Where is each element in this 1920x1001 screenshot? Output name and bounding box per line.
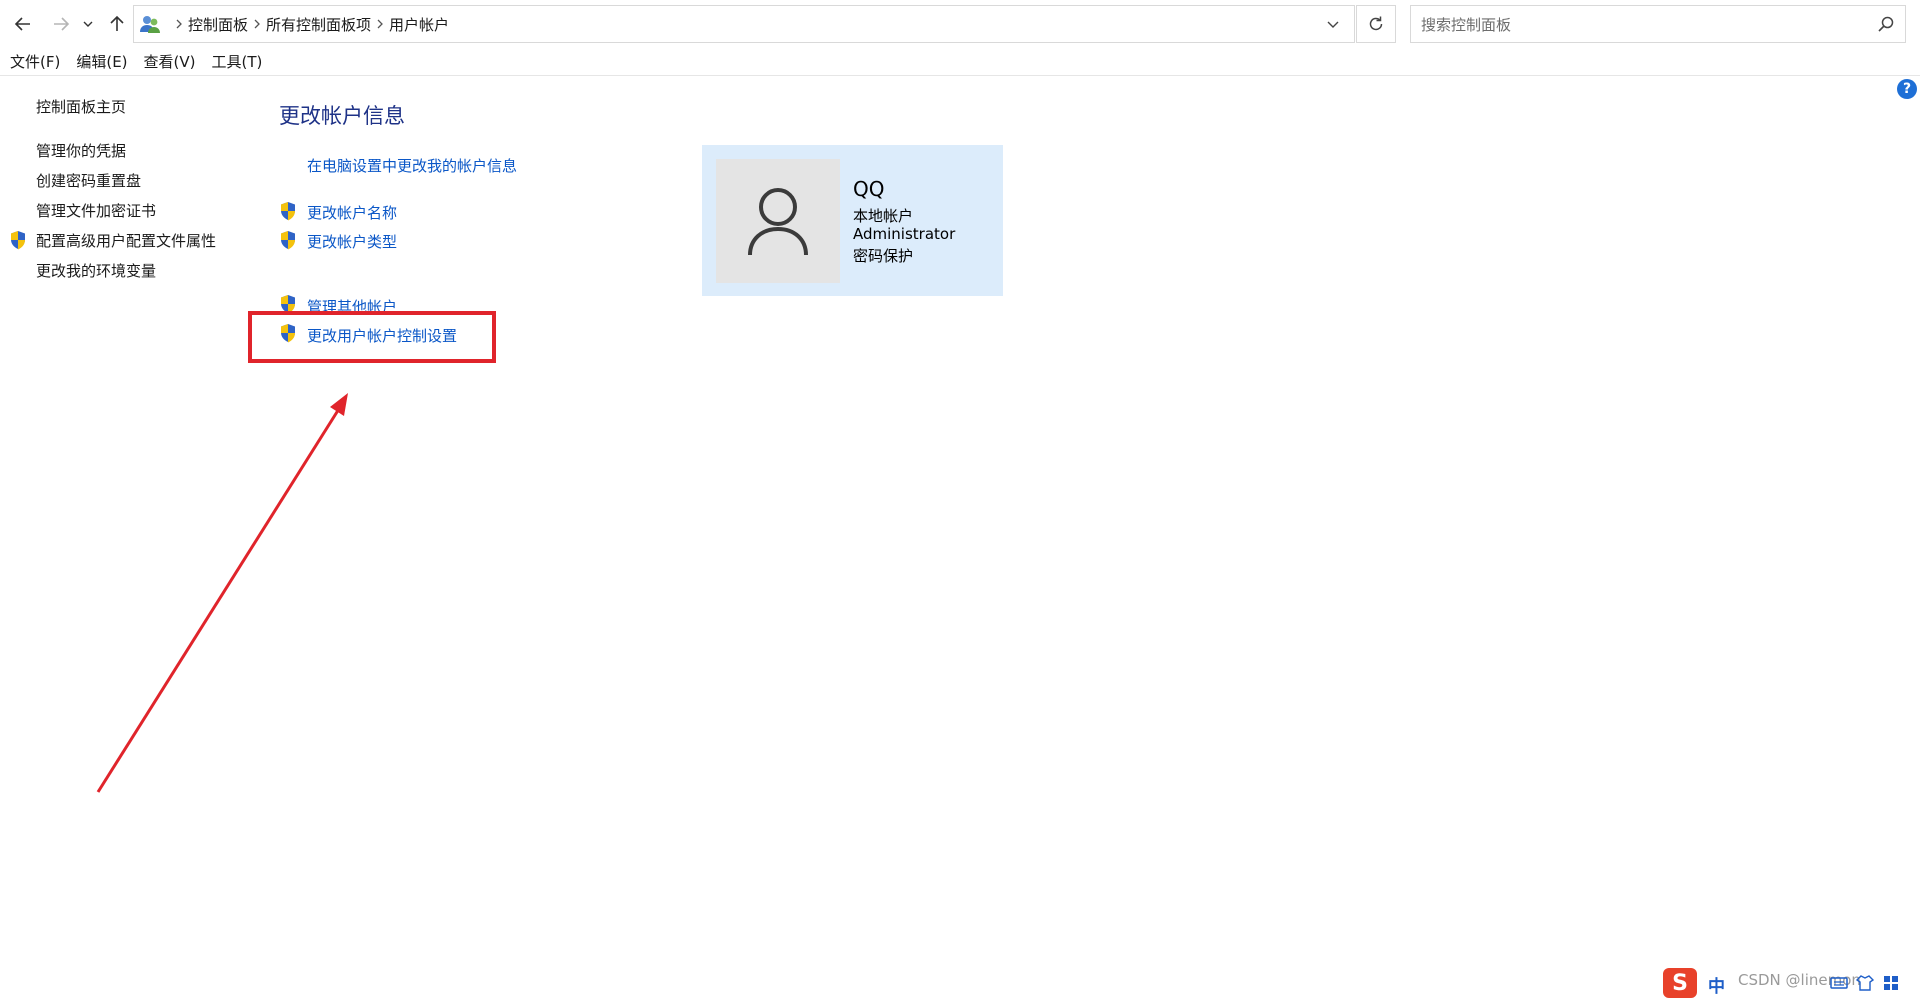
ime-language-toggle[interactable]: 中 — [1708, 972, 1725, 997]
chevron-down-icon — [83, 21, 93, 27]
uac-shield-icon — [281, 231, 295, 250]
arrow-up-icon — [110, 15, 124, 31]
breadcrumb-all-items[interactable]: 所有控制面板项 — [266, 14, 371, 35]
account-protection: 密码保护 — [853, 247, 914, 265]
back-button[interactable] — [9, 10, 37, 38]
breadcrumb: 控制面板 所有控制面板项 用户帐户 — [170, 6, 449, 42]
menu-edit[interactable]: 编辑(E) — [72, 49, 135, 74]
manage-encryption-certs-link[interactable]: 管理文件加密证书 — [36, 200, 156, 221]
up-button[interactable] — [103, 10, 131, 38]
refresh-button[interactable] — [1356, 5, 1396, 43]
pc-settings-link[interactable]: 在电脑设置中更改我的帐户信息 — [307, 155, 517, 176]
advanced-profile-properties-link[interactable]: 配置高级用户配置文件属性 — [36, 230, 216, 251]
account-type: 本地帐户 — [853, 207, 914, 225]
chevron-right-icon[interactable] — [248, 6, 266, 42]
refresh-icon — [1369, 16, 1383, 31]
environment-variables-link[interactable]: 更改我的环境变量 — [36, 260, 156, 281]
recent-locations-button[interactable] — [78, 10, 98, 38]
uac-shield-icon — [281, 202, 295, 221]
keyboard-icon[interactable] — [1830, 974, 1848, 992]
sogou-ime-logo[interactable]: S — [1663, 968, 1697, 998]
search-input[interactable] — [1419, 6, 1863, 44]
grid-menu-icon[interactable] — [1882, 974, 1900, 992]
chevron-right-icon[interactable] — [170, 6, 188, 42]
control-panel-home-link[interactable]: 控制面板主页 — [36, 96, 126, 117]
account-tile[interactable]: QQ 本地帐户 Administrator 密码保护 — [702, 145, 1003, 296]
avatar — [716, 159, 840, 283]
uac-shield-icon — [11, 231, 25, 250]
manage-credentials-link[interactable]: 管理你的凭据 — [36, 140, 126, 161]
menu-tools[interactable]: 工具(T) — [208, 49, 271, 74]
ime-toolbar: S 中 CSDN @linemon — [1660, 964, 1920, 1001]
shirt-icon[interactable] — [1856, 974, 1874, 992]
chevron-right-icon[interactable] — [371, 6, 389, 42]
change-account-name-link[interactable]: 更改帐户名称 — [307, 202, 397, 223]
chevron-down-icon — [1327, 21, 1339, 28]
annotation-highlight-box — [248, 311, 496, 363]
menu-view[interactable]: 查看(V) — [140, 49, 204, 74]
change-account-type-link[interactable]: 更改帐户类型 — [307, 231, 397, 252]
account-role: Administrator — [853, 225, 956, 243]
menu-bar: 文件(F) 编辑(E) 查看(V) 工具(T) — [0, 48, 1920, 76]
breadcrumb-user-accounts[interactable]: 用户帐户 — [389, 14, 449, 35]
user-icon — [748, 188, 808, 256]
menu-file[interactable]: 文件(F) — [6, 49, 68, 74]
control-panel-window: 控制面板 所有控制面板项 用户帐户 搜索控制面板 文件(F) 编辑(E) 查看(… — [0, 0, 1920, 1001]
page-title: 更改帐户信息 — [279, 104, 405, 128]
arrow-right-icon — [54, 17, 70, 31]
forward-button[interactable] — [47, 10, 75, 38]
search-field[interactable] — [1410, 5, 1906, 44]
breadcrumb-control-panel[interactable]: 控制面板 — [188, 14, 248, 35]
help-button[interactable]: ? — [1897, 79, 1917, 99]
arrow-left-icon — [14, 17, 30, 31]
create-reset-disk-link[interactable]: 创建密码重置盘 — [36, 170, 141, 191]
users-icon — [140, 16, 160, 33]
address-bar-row: 控制面板 所有控制面板项 用户帐户 — [0, 0, 1920, 48]
address-box[interactable]: 控制面板 所有控制面板项 用户帐户 — [133, 5, 1355, 43]
account-name: QQ — [853, 177, 885, 201]
search-icon[interactable] — [1877, 15, 1895, 33]
address-dropdown-button[interactable] — [1318, 6, 1348, 42]
